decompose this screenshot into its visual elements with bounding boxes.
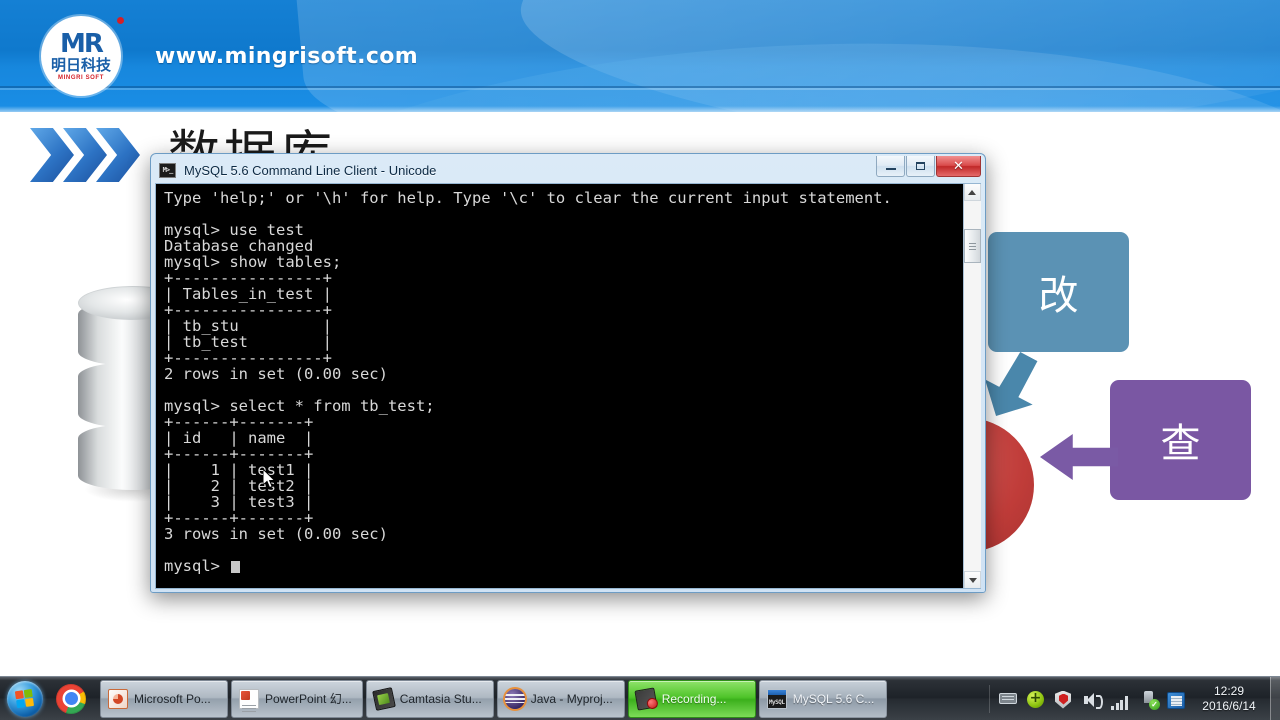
console-scrollbar[interactable] bbox=[963, 184, 980, 588]
minimize-button[interactable] bbox=[876, 156, 905, 177]
console-line bbox=[164, 206, 963, 222]
window-title: MySQL 5.6 Command Line Client - Unicode bbox=[184, 163, 436, 178]
taskbar[interactable]: Microsoft Po... PowerPoint 幻... Camtasia… bbox=[0, 676, 1280, 720]
mingrisoft-logo: MR 明日科技 MINGRI SOFT bbox=[41, 16, 121, 96]
console-line: Type 'help;' or '\h' for help. Type '\c'… bbox=[164, 190, 963, 206]
capture-icon[interactable] bbox=[1167, 688, 1189, 710]
maximize-icon bbox=[916, 162, 925, 170]
console-line: mysql> bbox=[164, 558, 963, 574]
taskbar-item-label: Camtasia Stu... bbox=[400, 692, 482, 706]
keyboard-icon[interactable] bbox=[999, 688, 1021, 710]
system-tray[interactable]: 12:29 2016/6/14 bbox=[987, 677, 1280, 720]
scroll-up-button[interactable] bbox=[964, 184, 981, 201]
console-cursor bbox=[231, 561, 240, 573]
shape-box-query: 查 bbox=[1110, 380, 1251, 500]
console-line: mysql> show tables; bbox=[164, 254, 963, 270]
taskbar-pinned-chrome[interactable] bbox=[48, 679, 94, 719]
logo-monogram: MR bbox=[60, 31, 102, 57]
powerpoint-icon bbox=[108, 689, 128, 709]
mysql-console-icon: M>_ bbox=[159, 163, 176, 178]
logo-chinese-name: 明日科技 bbox=[51, 58, 111, 74]
console-line: | id | name | bbox=[164, 430, 963, 446]
chrome-icon bbox=[56, 684, 86, 714]
logo-dot-icon bbox=[117, 17, 124, 24]
console-line: | 3 | test3 | bbox=[164, 494, 963, 510]
signal-icon[interactable] bbox=[1111, 688, 1133, 710]
speaker-icon[interactable] bbox=[1083, 688, 1105, 710]
scroll-up-icon bbox=[968, 190, 976, 195]
console-line: 2 rows in set (0.00 sec) bbox=[164, 366, 963, 382]
scroll-down-icon bbox=[969, 578, 977, 583]
start-button[interactable] bbox=[2, 679, 48, 719]
window-controls[interactable]: ✕ bbox=[875, 156, 981, 177]
taskbar-item-mysql[interactable]: MySQL MySQL 5.6 C... bbox=[759, 680, 887, 718]
banner-bottom-fade bbox=[0, 106, 1280, 112]
console-line: mysql> use test bbox=[164, 222, 963, 238]
taskbar-item-label: PowerPoint 幻... bbox=[265, 690, 352, 707]
windows-logo-icon bbox=[7, 681, 43, 717]
banner-divider-highlight bbox=[0, 88, 1280, 90]
console-line: mysql> select * from tb_test; bbox=[164, 398, 963, 414]
console-area[interactable]: Type 'help;' or '\h' for help. Type '\c'… bbox=[155, 183, 981, 589]
taskbar-item-recording[interactable]: Recording... bbox=[628, 680, 756, 718]
clock-time: 12:29 bbox=[1198, 684, 1260, 699]
maximize-button[interactable] bbox=[906, 156, 935, 177]
console-line: | tb_test | bbox=[164, 334, 963, 350]
recording-icon bbox=[634, 687, 657, 710]
console-line bbox=[164, 542, 963, 558]
console-line: | 2 | test2 | bbox=[164, 478, 963, 494]
taskbar-item-powerpoint[interactable]: Microsoft Po... bbox=[100, 680, 228, 718]
scrollbar-grip-icon bbox=[969, 241, 976, 252]
taskbar-item-java[interactable]: Java - Myproj... bbox=[497, 680, 625, 718]
shield-icon[interactable] bbox=[1055, 688, 1077, 710]
console-line bbox=[164, 382, 963, 398]
console-line: +----------------+ bbox=[164, 270, 963, 286]
chevron-arrows-icon bbox=[30, 128, 150, 182]
clock[interactable]: 12:29 2016/6/14 bbox=[1198, 684, 1260, 714]
taskbar-item-label: MySQL 5.6 C... bbox=[793, 692, 875, 706]
usb-safe-removal-icon[interactable] bbox=[1139, 688, 1161, 710]
taskbar-task-list[interactable]: Microsoft Po... PowerPoint 幻... Camtasia… bbox=[100, 680, 887, 718]
console-line: | Tables_in_test | bbox=[164, 286, 963, 302]
console-line: +----------------+ bbox=[164, 302, 963, 318]
scrollbar-track[interactable] bbox=[964, 201, 981, 588]
logo-english-name: MINGRI SOFT bbox=[58, 75, 104, 81]
console-output[interactable]: Type 'help;' or '\h' for help. Type '\c'… bbox=[156, 184, 963, 588]
show-desktop-button[interactable] bbox=[1270, 677, 1280, 720]
update-icon[interactable] bbox=[1027, 688, 1049, 710]
arrow-query-icon bbox=[1040, 434, 1118, 480]
window-titlebar[interactable]: M>_ MySQL 5.6 Command Line Client - Unic… bbox=[154, 157, 982, 183]
mysql-icon: MySQL bbox=[767, 689, 787, 709]
shape-box-modify: 改 bbox=[988, 232, 1129, 352]
taskbar-item-label: Recording... bbox=[662, 692, 727, 706]
console-line: | tb_stu | bbox=[164, 318, 963, 334]
close-icon: ✕ bbox=[953, 160, 964, 173]
console-line: Database changed bbox=[164, 238, 963, 254]
tray-divider bbox=[989, 685, 990, 713]
console-line: +----------------+ bbox=[164, 350, 963, 366]
mysql-command-line-window[interactable]: M>_ MySQL 5.6 Command Line Client - Unic… bbox=[150, 153, 986, 593]
screen: MR 明日科技 MINGRI SOFT www.mingrisoft.com 数… bbox=[0, 0, 1280, 720]
minimize-icon bbox=[886, 168, 896, 170]
taskbar-item-powerpoint-doc[interactable]: PowerPoint 幻... bbox=[231, 680, 363, 718]
close-button[interactable]: ✕ bbox=[936, 156, 981, 177]
console-line: | 1 | test1 | bbox=[164, 462, 963, 478]
console-line: 3 rows in set (0.00 sec) bbox=[164, 526, 963, 542]
java-icon bbox=[505, 689, 525, 709]
camtasia-icon bbox=[372, 687, 396, 711]
powerpoint-doc-icon bbox=[239, 689, 259, 709]
console-line: +------+-------+ bbox=[164, 446, 963, 462]
clock-date: 2016/6/14 bbox=[1198, 699, 1260, 714]
site-url-text: www.mingrisoft.com bbox=[155, 44, 418, 69]
taskbar-item-label: Microsoft Po... bbox=[134, 692, 211, 706]
taskbar-item-label: Java - Myproj... bbox=[531, 692, 613, 706]
console-line: +------+-------+ bbox=[164, 414, 963, 430]
taskbar-item-camtasia[interactable]: Camtasia Stu... bbox=[366, 680, 494, 718]
scroll-down-button[interactable] bbox=[964, 571, 981, 588]
console-line: +------+-------+ bbox=[164, 510, 963, 526]
scrollbar-thumb[interactable] bbox=[964, 229, 981, 263]
